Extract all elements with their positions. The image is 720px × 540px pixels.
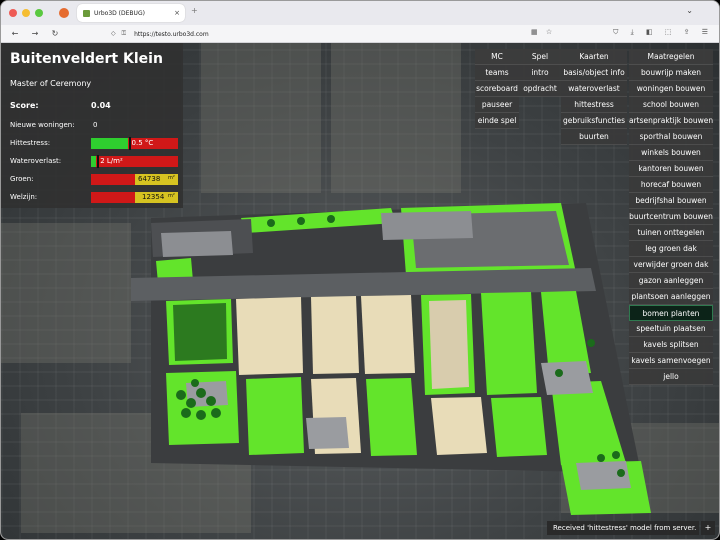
menu-item-buurtcentrum-bouwen[interactable]: buurtcentrum bouwen xyxy=(629,209,713,225)
menu-item-intro[interactable]: intro xyxy=(519,65,561,81)
green-value: 64738 xyxy=(138,175,161,183)
menu-item-wateroverlast[interactable]: wateroverlast xyxy=(561,81,627,97)
role-label: Master of Ceremony xyxy=(10,79,92,88)
water-nuisance-marker xyxy=(97,155,100,168)
menu-item-teams[interactable]: teams xyxy=(475,65,519,81)
menu-item-jello[interactable]: jello xyxy=(629,369,713,385)
window-controls xyxy=(9,9,43,17)
welfare-value: 12354 xyxy=(142,193,165,201)
heat-stress-fill xyxy=(91,138,128,149)
address-bar[interactable]: ◇ ⚿ https://testo.urbo3d.com xyxy=(111,27,561,41)
menu-item-verwijder-groen-dak[interactable]: verwijder groen dak xyxy=(629,257,713,273)
menu-item-speeltuin-plaatsen[interactable]: speeltuin plaatsen xyxy=(629,321,713,337)
menu-item-gebruiksfuncties[interactable]: gebruiksfuncties xyxy=(561,113,627,129)
menu-item-tuinen-onttegelen[interactable]: tuinen onttegelen xyxy=(629,225,713,241)
urbo3d-favicon-icon xyxy=(83,9,90,17)
menu-header-mc[interactable]: MC xyxy=(475,49,519,65)
score-row: Score: xyxy=(10,101,39,110)
menu-header-kaarten[interactable]: Kaarten xyxy=(561,49,627,65)
green-label: Groen: xyxy=(10,175,34,183)
menu-header-spel[interactable]: Spel xyxy=(519,49,561,65)
status-message: Received 'hittestress' model from server… xyxy=(547,521,699,535)
back-button[interactable]: ← xyxy=(9,29,21,38)
project-title: Buitenveldert Klein xyxy=(10,51,163,67)
heat-stress-marker xyxy=(128,137,131,150)
heat-stress-label: Hittestress: xyxy=(10,139,51,147)
tab-close-button[interactable]: × xyxy=(174,9,180,17)
menu-item-leg-groen-dak[interactable]: leg groen dak xyxy=(629,241,713,257)
minimize-window-button[interactable] xyxy=(22,9,30,17)
water-nuisance-label: Wateroverlast: xyxy=(10,157,62,165)
water-nuisance-value: 2 L/m² xyxy=(100,157,123,165)
forward-button[interactable]: → xyxy=(29,29,41,38)
reload-button[interactable]: ↻ xyxy=(49,29,61,38)
welfare-unit: m² xyxy=(168,193,175,199)
game-info-panel: Buitenveldert Klein Master of Ceremony S… xyxy=(1,43,183,208)
menu-item-bomen-planten[interactable]: bomen planten xyxy=(629,305,713,321)
menu-mc: MC teams scoreboard pauseer einde spel xyxy=(475,49,519,129)
menu-item-gazon-aanleggen[interactable]: gazon aanleggen xyxy=(629,273,713,289)
menu-item-einde-spel[interactable]: einde spel xyxy=(475,113,519,129)
green-bar: 64738 m² xyxy=(91,174,178,185)
menu-item-hittestress[interactable]: hittestress xyxy=(561,97,627,113)
browser-window: Urbo3D (DEBUG) × + ⌄ ← → ↻ ◇ ⚿ https://t… xyxy=(0,0,720,540)
welfare-bar: 12354 m² xyxy=(91,192,178,203)
menu-item-artsenpraktijk-bouwen[interactable]: artsenpraktijk bouwen xyxy=(629,113,713,129)
menu-item-woningen-bouwen[interactable]: woningen bouwen xyxy=(629,81,713,97)
menu-item-kavels-splitsen[interactable]: kavels splitsen xyxy=(629,337,713,353)
status-toggle-button[interactable]: + xyxy=(701,521,715,535)
menu-item-basis-object-info[interactable]: basis/object info xyxy=(561,65,627,81)
menu-spel: Spel intro opdracht xyxy=(519,49,561,97)
menu-item-opdracht[interactable]: opdracht xyxy=(519,81,561,97)
menu-item-horecaf-bouwen[interactable]: horecaf bouwen xyxy=(629,177,713,193)
heat-stress-bar: 0.5 °C xyxy=(91,137,178,150)
menu-item-bouwrijp-maken[interactable]: bouwrijp maken xyxy=(629,65,713,81)
url-text[interactable]: https://testo.urbo3d.com xyxy=(134,31,209,38)
close-window-button[interactable] xyxy=(9,9,17,17)
tab-title: Urbo3D (DEBUG) xyxy=(94,9,145,17)
new-homes-value: 0 xyxy=(93,121,98,129)
score-label: Score: xyxy=(10,101,39,110)
menu-item-kavels-samenvoegen[interactable]: kavels samenvoegen xyxy=(629,353,713,369)
menu-item-buurten[interactable]: buurten xyxy=(561,129,627,145)
maximize-window-button[interactable] xyxy=(35,9,43,17)
menu-maatregelen: Maatregelen bouwrijp maken woningen bouwen… xyxy=(629,49,713,385)
water-nuisance-bar: 2 L/m² xyxy=(91,155,178,168)
firefox-view-icon[interactable] xyxy=(59,8,69,18)
menu-item-pauseer[interactable]: pauseer xyxy=(475,97,519,113)
tab-list-button[interactable]: ⌄ xyxy=(686,6,693,15)
toolbar-icons[interactable]: ⛉ ⤓ ◧ ⬚ ⇪ ☰ xyxy=(613,28,713,37)
menu-item-school-bouwen[interactable]: school bouwen xyxy=(629,97,713,113)
navigation-bar: ← → ↻ ◇ ⚿ https://testo.urbo3d.com ▦ ☆ ⛉… xyxy=(1,25,719,43)
menu-header-maatregelen[interactable]: Maatregelen xyxy=(629,49,713,65)
3d-viewport[interactable]: Buitenveldert Klein Master of Ceremony S… xyxy=(1,43,719,539)
site-security-icon[interactable]: ◇ ⚿ xyxy=(111,30,128,38)
menu-item-sporthal-bouwen[interactable]: sporthal bouwen xyxy=(629,129,713,145)
water-nuisance-fill xyxy=(91,156,97,167)
menu-item-plantsoen-aanleggen[interactable]: plantsoen aanleggen xyxy=(629,289,713,305)
welfare-label: Welzijn: xyxy=(10,193,38,201)
new-homes-label: Nieuwe woningen: xyxy=(10,121,75,129)
new-tab-button[interactable]: + xyxy=(191,6,198,15)
green-unit: m² xyxy=(168,175,175,181)
active-tab[interactable]: Urbo3D (DEBUG) × xyxy=(77,4,185,22)
menu-kaarten: Kaarten basis/object info wateroverlast hit… xyxy=(561,49,627,145)
menu-item-scoreboard[interactable]: scoreboard xyxy=(475,81,519,97)
bookmark-star-icon[interactable]: ▦ ☆ xyxy=(531,28,555,36)
menu-item-winkels-bouwen[interactable]: winkels bouwen xyxy=(629,145,713,161)
menu-item-bedrijfshal-bouwen[interactable]: bedrijfshal bouwen xyxy=(629,193,713,209)
score-value: 0.04 xyxy=(91,101,111,110)
tab-bar: Urbo3D (DEBUG) × + ⌄ xyxy=(1,1,719,25)
heat-stress-value: 0.5 °C xyxy=(131,139,154,147)
menu-item-kantoren-bouwen[interactable]: kantoren bouwen xyxy=(629,161,713,177)
